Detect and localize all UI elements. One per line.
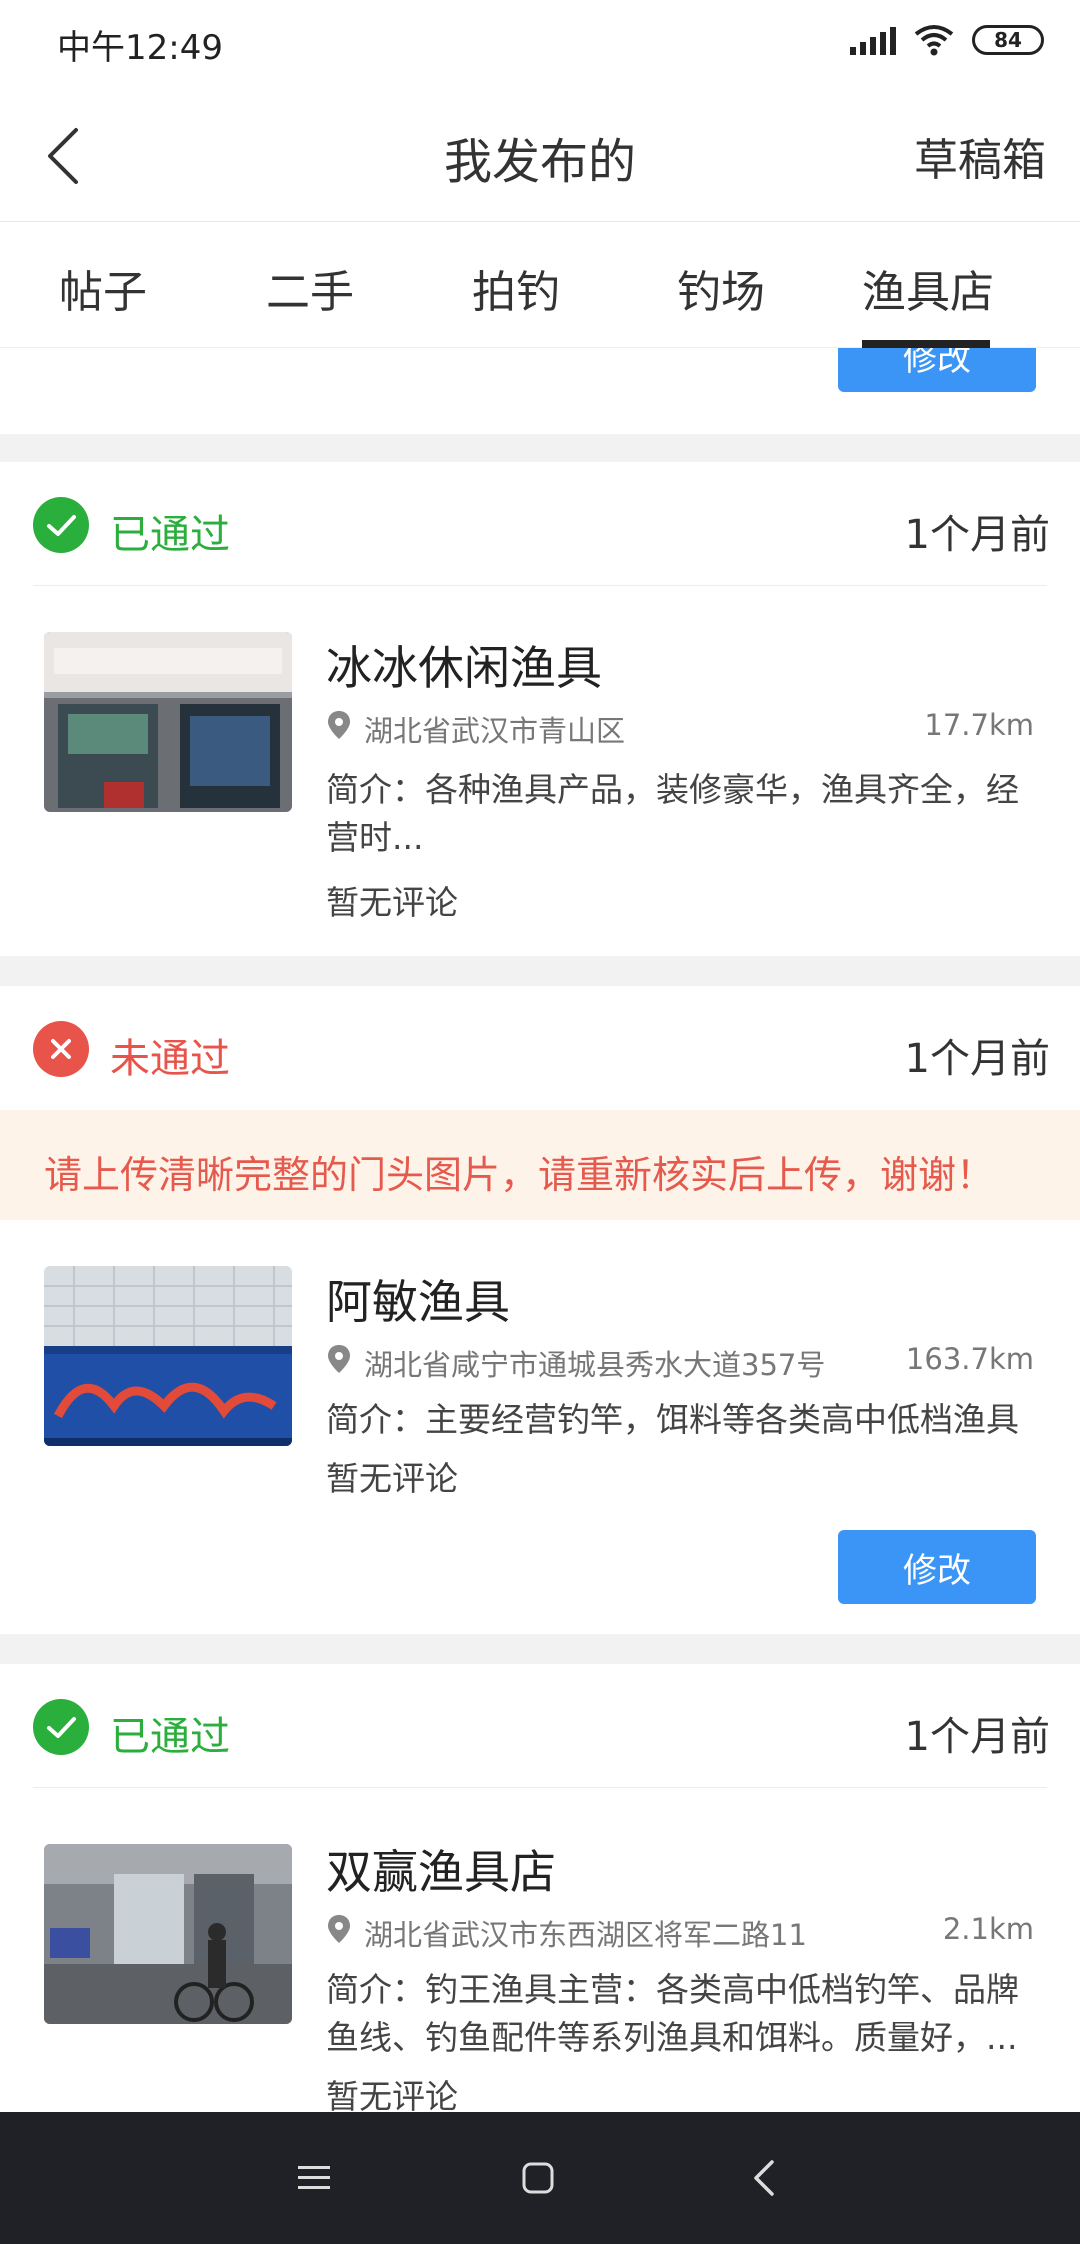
post-list[interactable]: 修改 已通过 1个月前 冰冰休闲渔具 湖北省武汉市青山区 17.7km 简介：各…	[0, 348, 1080, 2112]
card-header: 已通过 1个月前	[0, 1664, 1080, 1788]
home-button[interactable]	[468, 2112, 608, 2244]
shop-name: 双赢渔具店	[326, 1845, 556, 1899]
post-card[interactable]: 未通过 1个月前 请上传清晰完整的门头图片，请重新核实后上传，谢谢！ 阿敏渔具	[0, 986, 1080, 1634]
shop-address: 湖北省咸宁市通城县秀水大道357号	[364, 1348, 826, 1382]
edit-button[interactable]: 修改	[838, 348, 1036, 392]
tab-fishing-photos[interactable]: 拍钓	[472, 256, 560, 320]
shop-photo[interactable]	[44, 1266, 292, 1446]
shop-intro-line: 简介：钓王渔具主营：各类高中低档钓竿、品牌	[326, 1970, 1019, 2009]
shop-intro: 简介：钓王渔具主营：各类高中低档钓竿、品牌 鱼线、钓鱼配件等系列渔具和饵料。质量…	[326, 1966, 1026, 2062]
rating-text: 暂无评论	[326, 2077, 458, 2112]
menu-button[interactable]	[244, 2112, 384, 2244]
rating-text: 暂无评论	[326, 883, 458, 922]
card-header: 已通过 1个月前	[0, 462, 1080, 586]
back-button[interactable]	[40, 124, 100, 188]
rating-text: 暂无评论	[326, 1459, 458, 1498]
shop-photo[interactable]	[44, 1844, 292, 2024]
divider	[33, 585, 1047, 586]
edit-button[interactable]: 修改	[838, 1530, 1036, 1604]
system-back-button[interactable]	[694, 2112, 834, 2244]
shop-address: 湖北省武汉市青山区	[364, 714, 626, 748]
status-time: 中午12:49	[57, 28, 223, 68]
wifi-icon	[914, 25, 954, 56]
partial-card: 修改	[0, 348, 1080, 434]
menu-icon	[298, 2166, 330, 2189]
rejected-x-icon	[33, 1021, 89, 1077]
approved-check-icon	[33, 497, 89, 553]
shop-distance: 17.7km	[924, 708, 1034, 742]
post-time: 1个月前	[904, 1714, 1050, 1760]
status-label: 已通过	[110, 1714, 230, 1760]
shop-intro: 简介：各种渔具产品，装修豪华，渔具齐全，经 营时...	[326, 766, 1026, 862]
rejection-reason: 请上传清晰完整的门头图片，请重新核实后上传，谢谢！	[44, 1153, 995, 1197]
location-pin-icon	[328, 1915, 350, 1943]
location-pin-icon	[328, 1345, 350, 1373]
shop-intro-line: 简介：主要经营钓竿，饵料等各类高中低档渔具	[326, 1400, 1019, 1439]
nav-header: 我发布的 草稿箱	[0, 90, 1080, 222]
signal-icon	[850, 25, 896, 55]
shop-distance: 163.7km	[905, 1342, 1034, 1376]
approved-check-icon	[33, 1699, 89, 1755]
card-header: 未通过 1个月前	[0, 986, 1080, 1110]
status-icons: 84	[850, 24, 1044, 56]
shop-intro-line: 简介：各种渔具产品，装修豪华，渔具齐全，经	[326, 770, 1019, 809]
tab-secondhand[interactable]: 二手	[266, 256, 354, 320]
shop-photo[interactable]	[44, 632, 292, 812]
tab-tackle-shops[interactable]: 渔具店	[862, 256, 994, 320]
post-card[interactable]: 已通过 1个月前 双赢渔具店 湖北省武汉市东西湖区将军二路11 2.1km 简介…	[0, 1664, 1080, 2112]
location-pin-icon	[328, 711, 350, 739]
shop-distance: 2.1km	[942, 1912, 1034, 1946]
shop-address: 湖北省武汉市东西湖区将军二路11	[364, 1918, 807, 1952]
status-label: 未通过	[110, 1036, 230, 1082]
tab-fishing-spots[interactable]: 钓场	[677, 256, 765, 320]
rejection-notice: 请上传清晰完整的门头图片，请重新核实后上传，谢谢！	[0, 1110, 1080, 1220]
post-card[interactable]: 已通过 1个月前 冰冰休闲渔具 湖北省武汉市青山区 17.7km 简介：各种渔具…	[0, 462, 1080, 956]
battery-icon: 84	[972, 25, 1044, 55]
status-label: 已通过	[110, 512, 230, 558]
post-time: 1个月前	[904, 1036, 1050, 1082]
drafts-button[interactable]: 草稿箱	[914, 124, 1046, 188]
tab-active-indicator	[862, 340, 990, 348]
shop-intro-line: 营时...	[326, 818, 424, 857]
home-icon	[522, 2162, 554, 2194]
tab-posts[interactable]: 帖子	[59, 256, 147, 320]
back-triangle-icon	[754, 2160, 774, 2196]
shop-intro: 简介：主要经营钓竿，饵料等各类高中低档渔具	[326, 1396, 1026, 1444]
divider	[33, 1787, 1047, 1788]
system-nav-bar	[0, 2112, 1080, 2244]
shop-name: 冰冰休闲渔具	[326, 641, 602, 695]
shop-name: 阿敏渔具	[326, 1275, 510, 1329]
status-bar: 中午12:49 84	[0, 0, 1080, 90]
post-time: 1个月前	[904, 512, 1050, 558]
shop-intro-line: 鱼线、钓鱼配件等系列渔具和饵料。质量好，...	[326, 2018, 1018, 2057]
tab-bar: 帖子 二手 拍钓 钓场 渔具店	[0, 222, 1080, 348]
back-arrow-icon	[48, 128, 78, 184]
